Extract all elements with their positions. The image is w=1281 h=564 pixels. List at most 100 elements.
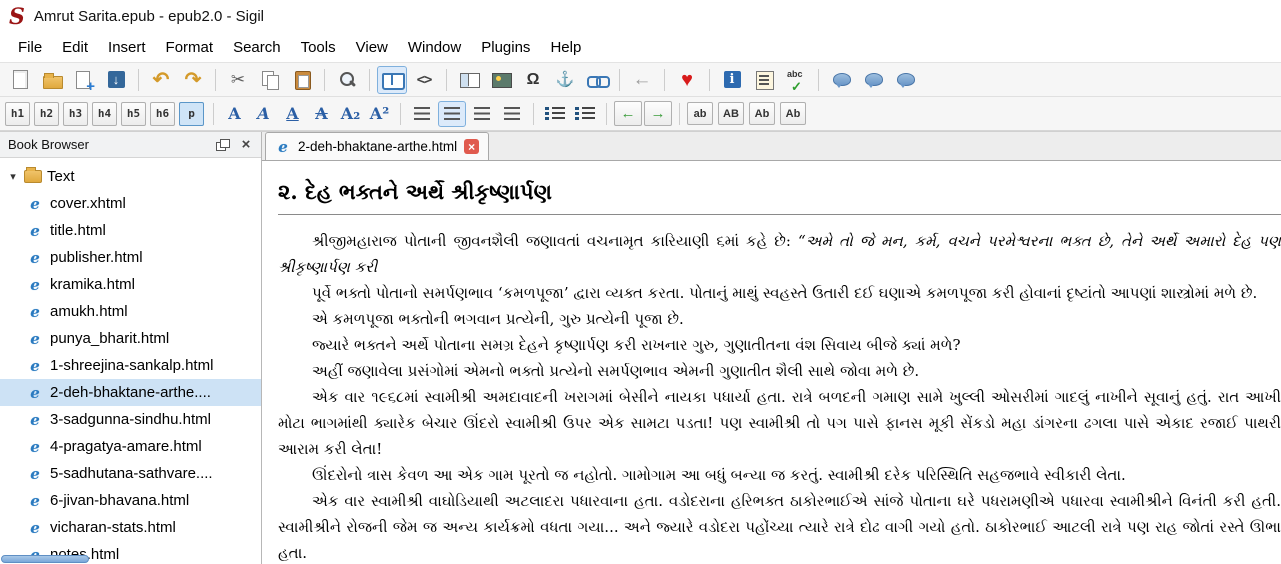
file-item-3-sadgunna-sindhu[interactable]: e 3-sadgunna-sindhu.html bbox=[0, 406, 261, 433]
lowercase-button[interactable]: ab bbox=[687, 102, 713, 125]
heading-h3-button[interactable]: h3 bbox=[63, 101, 88, 126]
back-button[interactable] bbox=[627, 66, 657, 94]
find-button[interactable] bbox=[332, 66, 362, 94]
omega-icon bbox=[522, 69, 544, 91]
menu-help[interactable]: Help bbox=[540, 36, 591, 59]
indent-arrow-icon bbox=[647, 103, 669, 125]
file-name: amukh.html bbox=[50, 303, 128, 320]
file-item-2-deh-bhaktane-arthe[interactable]: e 2-deh-bhaktane-arthe.... bbox=[0, 379, 261, 406]
bullet-list-button[interactable] bbox=[541, 101, 569, 127]
capitalize-button[interactable]: Ab bbox=[749, 102, 775, 125]
insert-image-button[interactable] bbox=[486, 66, 516, 94]
info-icon bbox=[723, 71, 741, 88]
file-item-vicharan-stats[interactable]: e vicharan-stats.html bbox=[0, 514, 261, 541]
undo-button[interactable] bbox=[146, 66, 176, 94]
menu-insert[interactable]: Insert bbox=[98, 36, 156, 59]
close-tab-icon[interactable] bbox=[464, 139, 480, 154]
strikethrough-button[interactable]: A bbox=[308, 101, 335, 127]
align-center-button[interactable] bbox=[438, 100, 466, 127]
editor-content[interactable]: ૨. દેહ ભક્તને અર્થે શ્રીકૃષ્ણાર્પણ શ્રીજ… bbox=[262, 161, 1281, 564]
code-view-button[interactable] bbox=[409, 66, 439, 94]
tab-bar: e 2-deh-bhaktane-arthe.html bbox=[262, 132, 1281, 161]
titlecase-button[interactable]: Ab bbox=[780, 102, 806, 125]
metadata-editor-button[interactable] bbox=[749, 66, 779, 94]
paragraph-text: જ્યારે ભક્તને અર્થે પોતાના સમગ્ર દેહને ક… bbox=[312, 336, 961, 354]
speech-bubble-icon bbox=[830, 69, 852, 91]
heading-h6-button[interactable]: h6 bbox=[150, 101, 175, 126]
subscript-button[interactable]: A₂ bbox=[337, 101, 364, 127]
open-file-button[interactable] bbox=[37, 66, 67, 94]
menu-edit[interactable]: Edit bbox=[52, 36, 98, 59]
split-view-button[interactable] bbox=[454, 66, 484, 94]
toolbar-separator bbox=[619, 68, 620, 91]
file-item-kramika[interactable]: e kramika.html bbox=[0, 271, 261, 298]
outdent-button[interactable] bbox=[614, 101, 642, 126]
folder-label: Text bbox=[47, 168, 75, 185]
folder-text[interactable]: ▾ Text bbox=[0, 163, 261, 190]
file-item-publisher[interactable]: e publisher.html bbox=[0, 244, 261, 271]
menu-window[interactable]: Window bbox=[398, 36, 471, 59]
file-name: 5-sadhutana-sathvare.... bbox=[50, 465, 213, 482]
file-item-6-jivan-bhavana[interactable]: e 6-jivan-bhavana.html bbox=[0, 487, 261, 514]
add-existing-file-button[interactable] bbox=[69, 66, 99, 94]
book-view-button[interactable] bbox=[377, 65, 407, 94]
anchor-button[interactable] bbox=[550, 66, 580, 94]
spellcheck-next-button[interactable] bbox=[826, 66, 856, 94]
align-left-button[interactable] bbox=[408, 101, 436, 127]
file-item-4-pragatya-amare[interactable]: e 4-pragatya-amare.html bbox=[0, 433, 261, 460]
spellcheck-misspelled-button[interactable] bbox=[858, 66, 888, 94]
redo-button[interactable] bbox=[178, 66, 208, 94]
cut-button[interactable] bbox=[223, 66, 253, 94]
paste-button[interactable] bbox=[287, 66, 317, 94]
menu-search[interactable]: Search bbox=[223, 36, 291, 59]
donate-button[interactable] bbox=[672, 66, 702, 94]
new-file-button[interactable] bbox=[5, 66, 35, 94]
scrollbar-thumb[interactable] bbox=[1, 555, 89, 563]
underline-button[interactable]: A bbox=[279, 101, 306, 127]
align-right-button[interactable] bbox=[468, 101, 496, 127]
superscript-button[interactable]: A² bbox=[366, 101, 393, 127]
numbered-list-button[interactable] bbox=[571, 101, 599, 127]
menu-plugins[interactable]: Plugins bbox=[471, 36, 540, 59]
file-item-cover[interactable]: e cover.xhtml bbox=[0, 190, 261, 217]
italic-button[interactable]: A bbox=[250, 101, 277, 127]
scissors-icon bbox=[227, 69, 249, 91]
tab-2-deh-bhaktane-arthe[interactable]: e 2-deh-bhaktane-arthe.html bbox=[265, 132, 490, 160]
menu-tools[interactable]: Tools bbox=[291, 36, 346, 59]
bold-button[interactable]: A bbox=[221, 101, 248, 127]
menu-file[interactable]: File bbox=[8, 36, 52, 59]
align-justify-button[interactable] bbox=[498, 101, 526, 127]
float-panel-button[interactable] bbox=[213, 136, 231, 154]
metadata-list-icon bbox=[753, 69, 775, 91]
horizontal-scrollbar[interactable] bbox=[0, 554, 261, 564]
spellcheck-button[interactable] bbox=[781, 66, 811, 94]
file-item-amukh[interactable]: e amukh.html bbox=[0, 298, 261, 325]
toolbar-separator bbox=[324, 68, 325, 91]
save-button[interactable] bbox=[101, 66, 131, 94]
insert-link-button[interactable] bbox=[582, 66, 612, 94]
uppercase-button[interactable]: AB bbox=[718, 102, 744, 125]
file-item-1-shreejina-sankalp[interactable]: e 1-shreejina-sankalp.html bbox=[0, 352, 261, 379]
close-panel-button[interactable] bbox=[237, 136, 255, 154]
file-item-title[interactable]: e title.html bbox=[0, 217, 261, 244]
paragraph: ઊંદરોનો ત્રાસ કેવળ આ એક ગામ પૂરતો જ નહોત… bbox=[278, 462, 1281, 488]
spellcheck-icon bbox=[785, 69, 807, 93]
html-file-icon: e bbox=[30, 383, 40, 402]
menu-view[interactable]: View bbox=[346, 36, 398, 59]
menu-format[interactable]: Format bbox=[156, 36, 224, 59]
copy-button[interactable] bbox=[255, 66, 285, 94]
heading-h4-button[interactable]: h4 bbox=[92, 101, 117, 126]
file-item-punya-bharit[interactable]: e punya_bharit.html bbox=[0, 325, 261, 352]
chevron-down-icon[interactable]: ▾ bbox=[7, 170, 19, 183]
heading-h2-button[interactable]: h2 bbox=[34, 101, 59, 126]
html-file-icon: e bbox=[30, 302, 40, 321]
heading-h1-button[interactable]: h1 bbox=[5, 101, 30, 126]
main-area: Book Browser ▾ Text e cover.xhtml e titl… bbox=[0, 131, 1281, 564]
metadata-info-button[interactable] bbox=[717, 66, 747, 94]
paragraph-style-button[interactable]: p bbox=[179, 101, 204, 126]
file-item-5-sadhutana-sathvare[interactable]: e 5-sadhutana-sathvare.... bbox=[0, 460, 261, 487]
special-character-button[interactable] bbox=[518, 66, 548, 94]
heading-h5-button[interactable]: h5 bbox=[121, 101, 146, 126]
indent-button[interactable] bbox=[644, 101, 672, 126]
spellcheck-all-button[interactable] bbox=[890, 66, 920, 94]
